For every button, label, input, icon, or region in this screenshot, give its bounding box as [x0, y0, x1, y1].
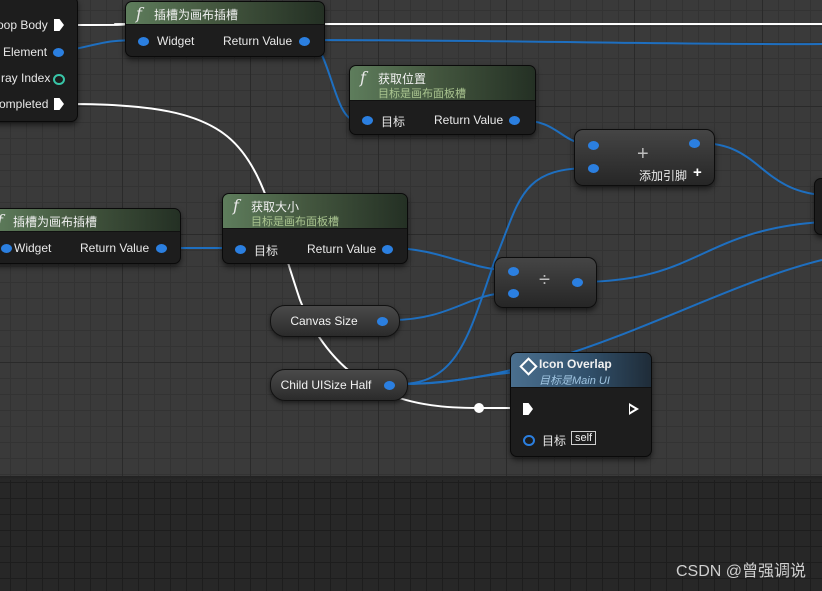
- pin-target-dot[interactable]: [235, 245, 246, 254]
- pin-array-index-dot[interactable]: [53, 74, 65, 85]
- pin-return-label: Return Value: [223, 34, 293, 48]
- node-header: f 获取位置 目标是画布面板槽: [350, 66, 535, 101]
- function-icon: f: [136, 4, 142, 23]
- node-header: f 插槽为画布插槽: [126, 2, 324, 25]
- pin-a-dot[interactable]: [588, 141, 599, 150]
- wire-cast-return-right: [309, 39, 822, 46]
- divide-node[interactable]: ÷: [494, 257, 597, 308]
- pin-return-label: Return Value: [307, 242, 377, 256]
- exec-reroute-knot: [474, 403, 484, 413]
- pin-target-dot[interactable]: [523, 435, 535, 446]
- pin-widget-dot[interactable]: [1, 244, 12, 253]
- node-subtitle: 目标是画布面板槽: [251, 216, 339, 228]
- wire-canvas-to-divide: [391, 292, 509, 321]
- exec-in-pin[interactable]: [523, 403, 533, 415]
- pin-array-index-label: ray Index: [1, 71, 51, 85]
- pin-target-label: 目标: [542, 434, 567, 448]
- canvas-size-variable[interactable]: Canvas Size: [270, 305, 400, 337]
- watermark-text: CSDN @曾强调说: [675, 563, 806, 580]
- child-uisize-half-variable[interactable]: Child UISize Half: [270, 369, 408, 401]
- pin-target-label: 目标: [381, 115, 406, 129]
- node-title: 插槽为画布插槽: [154, 8, 239, 22]
- wire-add-out: [699, 142, 822, 196]
- exec-out-pin-inner: [630, 406, 635, 412]
- node-header: f 获取大小 目标是画布面板槽: [223, 194, 407, 229]
- node-header: Icon Overlap 目标是Main UI: [511, 353, 651, 388]
- pin-out-dot[interactable]: [377, 317, 388, 326]
- pin-element-label: Element: [3, 45, 48, 59]
- pin-out-dot[interactable]: [689, 139, 700, 148]
- pin-b-dot[interactable]: [508, 289, 519, 298]
- pin-target-dot[interactable]: [362, 116, 373, 125]
- pin-return-dot[interactable]: [156, 244, 167, 253]
- pin-return-label: Return Value: [80, 241, 150, 255]
- cast-to-canvas-slot-node-top[interactable]: f 插槽为画布插槽 Widget Return Value: [125, 1, 325, 57]
- pin-widget-dot[interactable]: [138, 37, 149, 46]
- offscreen-node-right[interactable]: [814, 178, 822, 235]
- for-each-loop-node[interactable]: oop Body Element ray Index ompleted: [0, 0, 78, 122]
- target-self-field[interactable]: self: [571, 431, 597, 445]
- get-position-node[interactable]: f 获取位置 目标是画布面板槽 目标 Return Value: [349, 65, 536, 135]
- function-icon: f: [0, 211, 3, 230]
- add-pin-plus-icon[interactable]: +: [693, 164, 702, 181]
- node-header: f 插槽为画布插槽: [0, 209, 180, 232]
- pin-return-dot[interactable]: [299, 37, 310, 46]
- node-subtitle: 目标是Main UI: [539, 375, 610, 387]
- pin-completed-exec[interactable]: [54, 98, 64, 110]
- pin-out-dot[interactable]: [384, 381, 395, 390]
- pin-loop-body-exec[interactable]: [54, 19, 64, 31]
- pin-b-dot[interactable]: [588, 164, 599, 173]
- pin-completed-label: ompleted: [0, 97, 49, 111]
- node-title: 插槽为画布插槽: [13, 215, 98, 229]
- get-size-node[interactable]: f 获取大小 目标是画布面板槽 目标 Return Value: [222, 193, 408, 264]
- add-node[interactable]: + 添加引脚 +: [574, 129, 715, 186]
- exec-wire-loop-body: [69, 23, 131, 26]
- pin-out-dot[interactable]: [572, 278, 583, 287]
- node-title: Icon Overlap: [539, 357, 612, 371]
- pin-return-label: Return Value: [434, 113, 504, 127]
- pin-a-dot[interactable]: [508, 267, 519, 276]
- wire-divide-out: [577, 221, 822, 283]
- pin-return-dot[interactable]: [509, 116, 520, 125]
- pin-return-dot[interactable]: [382, 245, 393, 254]
- pin-target-label: 目标: [254, 244, 279, 258]
- variable-label: Canvas Size: [290, 314, 358, 328]
- cast-to-canvas-slot-node-left[interactable]: f 插槽为画布插槽 Widget Return Value: [0, 208, 181, 264]
- add-pin-label[interactable]: 添加引脚: [639, 167, 687, 184]
- pin-loop-body-label: oop Body: [0, 18, 48, 32]
- divide-symbol: ÷: [539, 269, 550, 291]
- icon-overlap-node[interactable]: Icon Overlap 目标是Main UI 目标 self: [510, 352, 652, 457]
- function-icon: f: [233, 196, 239, 215]
- node-subtitle: 目标是画布面板槽: [378, 88, 466, 100]
- event-diamond-icon: [519, 357, 538, 376]
- pin-widget-label: Widget: [14, 241, 52, 255]
- pin-element-dot[interactable]: [53, 48, 64, 57]
- function-icon: f: [360, 68, 366, 87]
- pin-widget-label: Widget: [157, 34, 195, 48]
- variable-label: Child UISize Half: [280, 378, 372, 392]
- plus-symbol: +: [637, 143, 649, 165]
